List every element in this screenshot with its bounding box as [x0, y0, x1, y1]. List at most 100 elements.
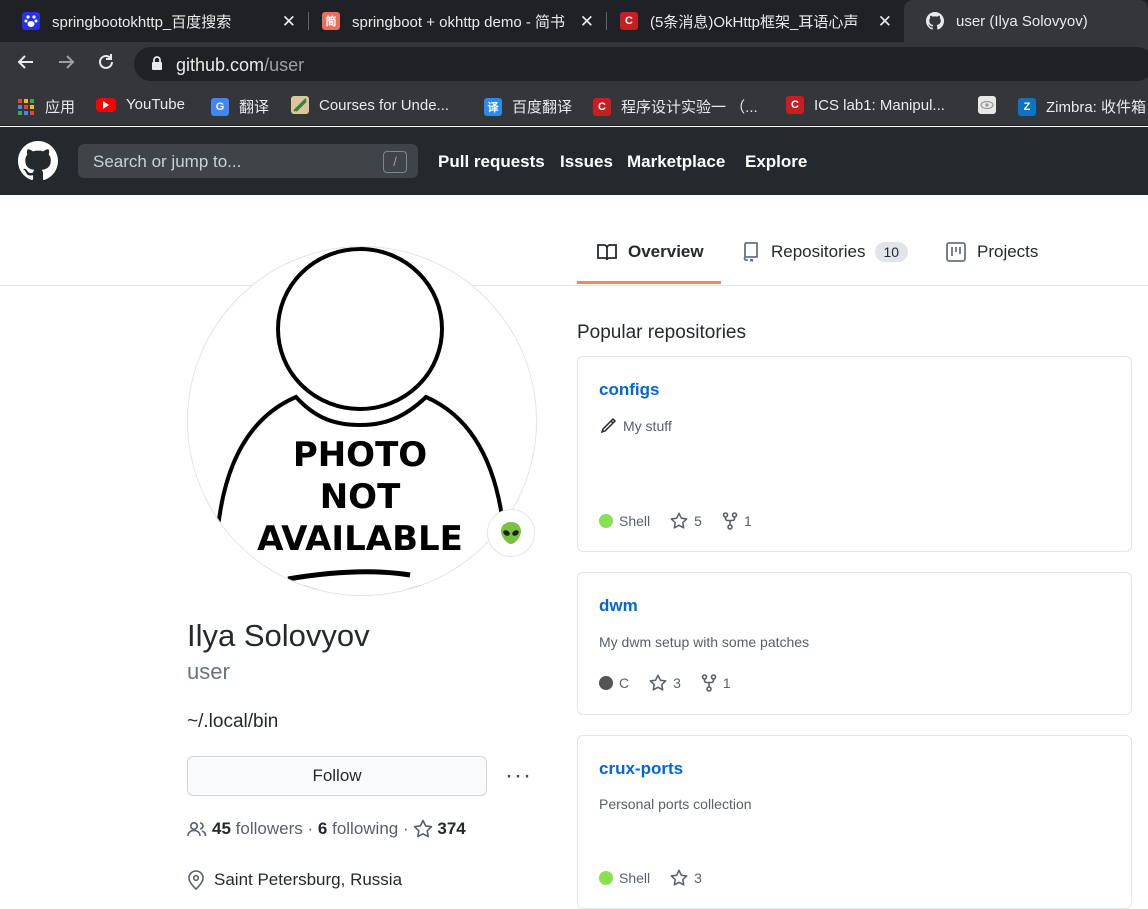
tab-projects[interactable]: Projects [946, 242, 1038, 262]
status-button[interactable] [487, 509, 535, 557]
tab-overview-label: Overview [628, 242, 704, 261]
url-host: github.com [176, 55, 265, 75]
repo-description: My stuff [599, 417, 672, 435]
repo-stars-count: 3 [694, 870, 702, 886]
search-hotkey-badge: / [383, 151, 407, 173]
nav-issues[interactable]: Issues [560, 152, 613, 172]
bookmarks-bar: 应用 YouTube G 翻译 Courses for Unde... 译 百度… [0, 86, 1148, 126]
repo-description: My dwm setup with some patches [599, 634, 809, 650]
followers-count[interactable]: 45 [212, 819, 231, 839]
repo-language-name: C [619, 675, 630, 691]
language-color-dot [599, 871, 613, 885]
followers-label[interactable]: followers [236, 819, 303, 839]
browser-tab-jianshu[interactable]: 简 springboot + okhttp demo - 简书 ✕ [300, 0, 606, 42]
language-color-dot [599, 676, 613, 690]
repo-stars-count: 5 [694, 513, 702, 529]
repo-forks[interactable]: 1 [701, 674, 731, 692]
baidu-paw-icon [22, 12, 40, 30]
separator: · [402, 819, 409, 838]
following-count[interactable]: 6 [318, 819, 327, 839]
repo-meta: C 3 1 [599, 674, 751, 692]
bookmark-course-lab[interactable]: C 程序设计实验一 （... [593, 96, 758, 117]
nav-explore[interactable]: Explore [745, 152, 807, 172]
avatar[interactable]: PHOTO NOT AVAILABLE [187, 246, 537, 596]
eye-icon [978, 96, 996, 114]
repo-stars[interactable]: 5 [670, 512, 702, 530]
repo-card-dwm: dwm My dwm setup with some patches C 3 1 [577, 572, 1132, 715]
tab-overview[interactable]: Overview [597, 242, 704, 262]
close-tab-icon[interactable]: ✕ [878, 12, 892, 32]
avatar-text-line: AVAILABLE [257, 519, 463, 559]
star-icon [649, 674, 667, 691]
bookmark-label: YouTube [126, 96, 185, 113]
stars-count[interactable]: 374 [437, 819, 465, 839]
bookmark-youtube[interactable]: YouTube [96, 96, 185, 113]
github-header: Search or jump to... / Pull requests Iss… [0, 127, 1148, 195]
close-tab-icon[interactable]: ✕ [282, 12, 296, 32]
search-input[interactable]: Search or jump to... / [78, 144, 418, 178]
tab-repositories[interactable]: Repositories 10 [742, 242, 909, 262]
tab-title: springboot + okhttp demo - 简书 [352, 13, 566, 31]
fork-icon [701, 674, 717, 692]
reload-button[interactable] [94, 52, 118, 76]
bookmark-baidu-translate[interactable]: 译 百度翻译 [484, 96, 572, 117]
browser-tab-github[interactable]: user (Ilya Solovyov) [904, 0, 1148, 42]
repositories-count-badge: 10 [874, 242, 909, 262]
location-pin-icon [188, 870, 204, 890]
active-tab-underline [577, 281, 721, 284]
follow-button[interactable]: Follow [187, 756, 487, 796]
star-icon [414, 819, 433, 838]
repo-language: Shell [599, 513, 650, 529]
repo-stars[interactable]: 3 [649, 674, 681, 692]
social-counts: 45 followers · 6 following · 374 [187, 819, 466, 839]
bookmark-label: 程序设计实验一 （... [621, 99, 758, 116]
back-button[interactable] [14, 52, 38, 76]
repo-language-name: Shell [619, 870, 651, 886]
bookmark-courses[interactable]: Courses for Unde... [291, 96, 449, 114]
repo-forks-count: 1 [743, 513, 752, 529]
location-text: Saint Petersburg, Russia [214, 870, 403, 889]
forward-button[interactable] [54, 52, 78, 76]
nav-pull-requests[interactable]: Pull requests [438, 152, 545, 172]
bookmark-label: ICS lab1: Manipul... [814, 96, 945, 114]
people-icon [187, 821, 207, 837]
bookmark-apps[interactable]: 应用 [17, 96, 75, 117]
more-options-button[interactable]: ··· [505, 762, 532, 790]
tab-projects-label: Projects [977, 242, 1039, 261]
pencil-emoji-icon [600, 417, 617, 434]
following-label[interactable]: following [332, 819, 398, 839]
repo-description-text: My dwm setup with some patches [599, 634, 810, 650]
profile-username: user [187, 659, 230, 684]
repo-stars-count: 3 [673, 675, 681, 691]
tab-title: user (Ilya Solovyov) [956, 12, 1088, 30]
github-icon [926, 12, 944, 30]
close-tab-icon[interactable]: ✕ [580, 12, 594, 32]
tab-title: (5条消息)OkHttp框架_耳语心声 [650, 13, 859, 31]
repo-description: Personal ports collection [599, 796, 752, 812]
repo-stars[interactable]: 3 [670, 869, 702, 887]
bookmark-label: 翻译 [239, 99, 270, 116]
csdn-icon: C [786, 96, 804, 114]
repo-name-link[interactable]: dwm [599, 596, 638, 616]
nav-marketplace[interactable]: Marketplace [627, 152, 725, 172]
bookmark-ics-lab[interactable]: C ICS lab1: Manipul... [786, 96, 945, 114]
browser-tab-baidu[interactable]: springbootokhttp_百度搜索 ✕ [0, 0, 308, 42]
repo-meta: Shell 3 [599, 869, 722, 887]
repo-card-configs: configs My stuff Shell 5 1 [577, 356, 1132, 552]
star-icon [670, 512, 688, 529]
github-logo-icon[interactable] [18, 141, 58, 186]
bookmark-label: Zimbra: 收件箱 [1046, 99, 1147, 116]
bookmark-translate[interactable]: G 翻译 [211, 96, 269, 117]
repo-name-link[interactable]: crux-ports [599, 759, 683, 779]
apps-grid-icon [17, 98, 35, 116]
bookmark-eye[interactable] [978, 96, 1006, 114]
browser-tab-csdn[interactable]: C (5条消息)OkHttp框架_耳语心声 ✕ [598, 0, 904, 42]
jianshu-icon: 简 [322, 12, 340, 30]
bookmark-zimbra[interactable]: Z Zimbra: 收件箱 [1018, 96, 1146, 117]
repo-forks[interactable]: 1 [722, 512, 752, 530]
url-text: github.com/user [176, 55, 304, 76]
address-bar[interactable]: github.com/user [134, 47, 1148, 81]
url-path: /user [264, 55, 305, 75]
courses-icon [291, 96, 309, 114]
repo-name-link[interactable]: configs [599, 380, 659, 400]
